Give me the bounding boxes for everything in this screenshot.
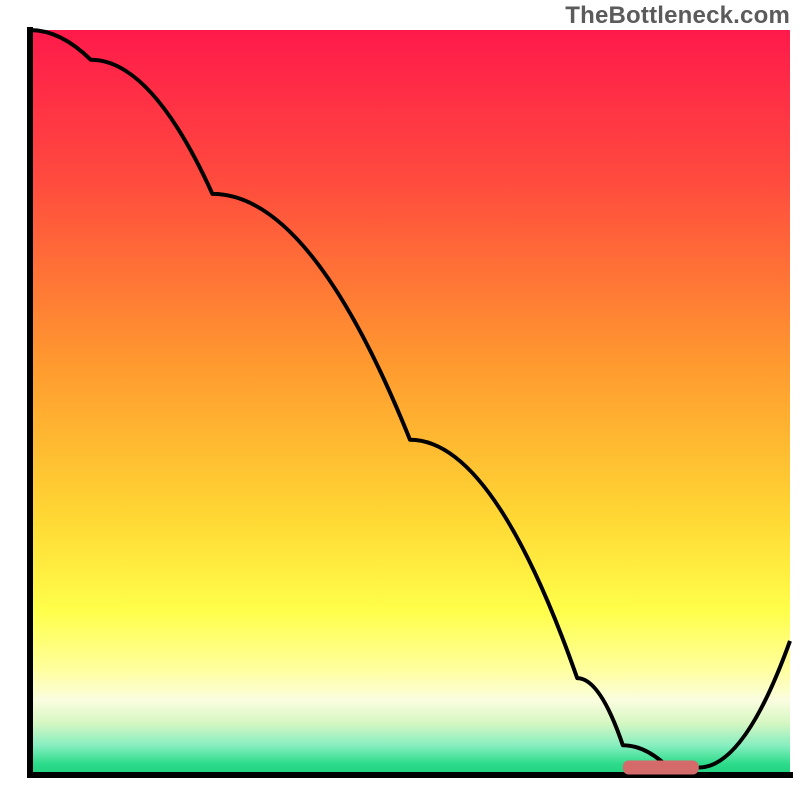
- chart-svg: [0, 0, 800, 800]
- optimal-range-marker: [623, 761, 699, 775]
- bottleneck-chart: TheBottleneck.com: [0, 0, 800, 800]
- plot-background: [30, 30, 790, 775]
